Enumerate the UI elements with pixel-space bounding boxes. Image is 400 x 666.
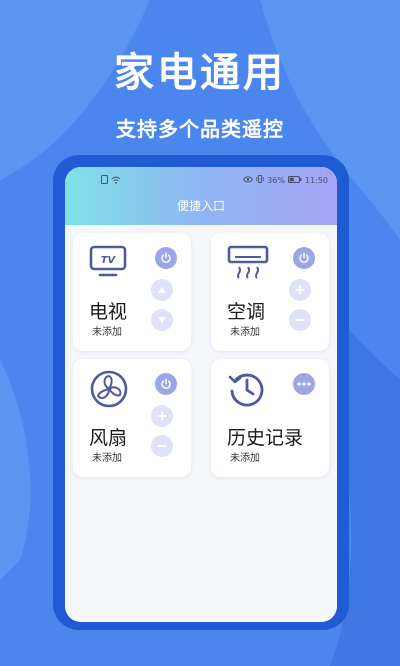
power-icon: [161, 378, 171, 389]
vibrate-icon: [256, 175, 264, 185]
shortcut-grid: TV 电视 未添加 空调 未添加 风扇 未添加 历史记录 未添加: [65, 225, 337, 622]
card-status: 未添加: [230, 327, 260, 338]
fan-icon: [89, 369, 129, 413]
sim-icon: [101, 175, 108, 186]
card-name: 历史记录: [227, 427, 304, 449]
card-name: 空调: [227, 301, 266, 323]
plus-icon: [295, 285, 305, 295]
status-bar: 36% 11:50: [65, 175, 337, 187]
phone-frame: 36% 11:50 便捷入口 TV 电视 未添加 空调 未添加 风扇 未添加 历…: [53, 155, 349, 630]
air-conditioner-icon: [227, 245, 269, 283]
wifi-icon: [111, 176, 121, 186]
minus-icon: [295, 319, 305, 321]
card-name: 电视: [89, 301, 128, 323]
temperature-down-button[interactable]: [289, 309, 311, 331]
power-button[interactable]: [293, 247, 315, 269]
status-time: 11:50: [304, 175, 328, 185]
fan-card[interactable]: 风扇 未添加: [73, 359, 191, 477]
phone-screen: 36% 11:50 便捷入口 TV 电视 未添加 空调 未添加 风扇 未添加 历…: [65, 167, 337, 622]
tv-icon-label: TV: [101, 255, 117, 266]
promo-subline: 支持多个品类遥控: [116, 117, 284, 141]
tv-icon: TV: [89, 245, 127, 283]
battery-icon: [287, 175, 302, 185]
card-name: 风扇: [89, 427, 128, 449]
power-icon: [299, 252, 309, 263]
battery-percent: 36%: [267, 175, 285, 185]
minus-icon: [157, 445, 167, 447]
history-card[interactable]: 历史记录 未添加: [211, 359, 329, 477]
more-icon: [297, 382, 311, 386]
page-title: 便捷入口: [176, 199, 225, 213]
eye-icon: [243, 175, 254, 185]
channel-up-button[interactable]: [151, 279, 173, 301]
power-icon: [161, 252, 171, 263]
card-status: 未添加: [92, 327, 122, 338]
power-button[interactable]: [155, 247, 177, 269]
tv-card[interactable]: TV 电视 未添加: [73, 233, 191, 351]
temperature-up-button[interactable]: [289, 279, 311, 301]
card-status: 未添加: [230, 453, 260, 464]
speed-up-button[interactable]: [151, 405, 173, 427]
triangle-down-icon: [158, 317, 166, 323]
more-button[interactable]: [293, 373, 315, 395]
promo-headline: 家电通用: [114, 50, 286, 96]
triangle-up-icon: [158, 287, 166, 293]
screen-header: 36% 11:50 便捷入口: [65, 167, 337, 225]
power-button[interactable]: [155, 373, 177, 395]
air-conditioner-card[interactable]: 空调 未添加: [211, 233, 329, 351]
history-icon: [227, 369, 267, 413]
speed-down-button[interactable]: [151, 435, 173, 457]
plus-icon: [157, 411, 167, 421]
card-status: 未添加: [92, 453, 122, 464]
channel-down-button[interactable]: [151, 309, 173, 331]
